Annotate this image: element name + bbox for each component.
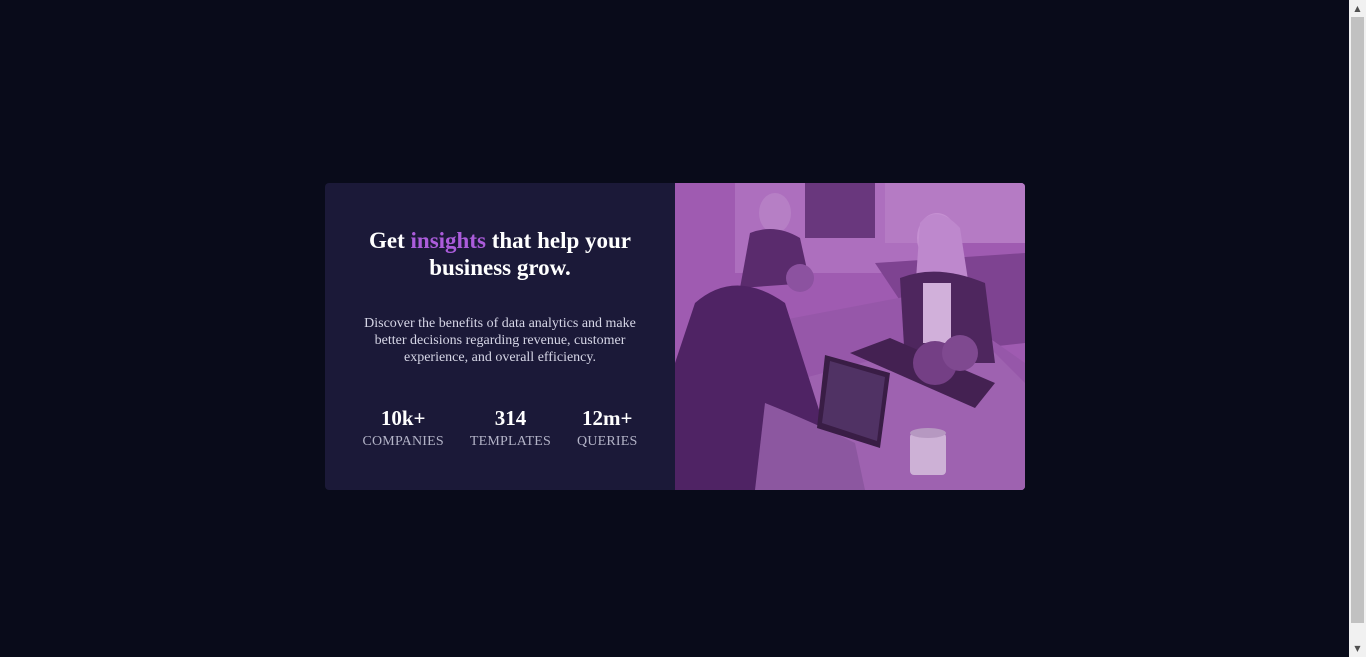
headline-before: Get bbox=[369, 228, 411, 253]
photo-illustration bbox=[675, 183, 1025, 490]
headline-accent: insights bbox=[410, 228, 486, 253]
stat-value: 12m+ bbox=[582, 406, 633, 430]
description: Discover the benefits of data analytics … bbox=[364, 316, 636, 365]
page-background: Get insights that help your business gro… bbox=[0, 0, 1349, 657]
stat-value: 314 bbox=[494, 406, 527, 430]
stats-row: 10k+ COMPANIES 314 TEMPLATES 12m+ QUERIE… bbox=[325, 406, 675, 450]
office-team-photo-icon bbox=[675, 183, 1025, 490]
scrollbar-thumb[interactable] bbox=[1351, 17, 1364, 623]
stat-label: TEMPLATES bbox=[469, 434, 552, 449]
stat-label: COMPANIES bbox=[362, 434, 444, 449]
stat-queries: 12m+ QUERIES bbox=[577, 406, 638, 450]
stats-preview-card: Get insights that help your business gro… bbox=[325, 183, 1025, 490]
browser-viewport: Get insights that help your business gro… bbox=[0, 0, 1366, 657]
scroll-up-arrow-icon[interactable]: ▲ bbox=[1349, 0, 1366, 17]
stat-label: QUERIES bbox=[577, 434, 638, 449]
stat-companies: 10k+ COMPANIES bbox=[362, 406, 443, 450]
headline: Get insights that help your business gro… bbox=[350, 227, 650, 281]
stat-value: 10k+ bbox=[380, 406, 426, 430]
scroll-down-arrow-icon[interactable]: ▼ bbox=[1349, 640, 1366, 657]
card-content: Get insights that help your business gro… bbox=[325, 183, 675, 490]
vertical-scrollbar[interactable]: ▲ ▼ bbox=[1349, 0, 1366, 657]
stat-templates: 314 TEMPLATES bbox=[470, 406, 551, 450]
